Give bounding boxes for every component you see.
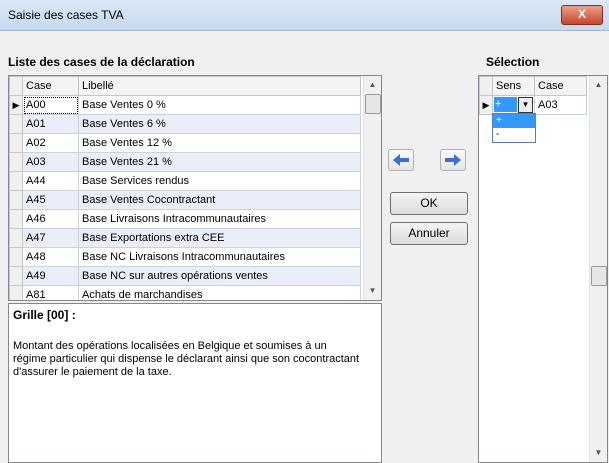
sens-dropdown-list[interactable]: + - [492, 113, 536, 143]
description-text: Montant des opérations localisées en Bel… [13, 340, 360, 378]
row-indicator-header [9, 76, 23, 96]
table-row[interactable]: A02 Base Ventes 12 % [9, 133, 361, 153]
cell-case[interactable]: A01 [22, 114, 79, 134]
row-indicator [9, 171, 23, 191]
table-row[interactable]: ▶ A00 Base Ventes 0 % [9, 95, 361, 115]
selection-heading: Sélection [486, 55, 540, 69]
table-row[interactable]: A49 Base NC sur autres opérations ventes [9, 266, 361, 286]
cell-case[interactable]: A49 [22, 266, 79, 286]
scroll-down-icon[interactable]: ▼ [590, 444, 607, 461]
cell-case[interactable]: A03 [22, 152, 79, 172]
table-row[interactable]: A03 Base Ventes 21 % [9, 152, 361, 172]
cell-libelle[interactable]: Base Ventes 21 % [78, 152, 361, 172]
table-row[interactable]: A48 Base NC Livraisons Intracommunautair… [9, 247, 361, 267]
cell-libelle[interactable]: Base Services rendus [78, 171, 361, 191]
current-row-indicator: ▶ [9, 95, 23, 115]
column-header-sens[interactable]: Sens [492, 76, 535, 96]
scroll-thumb[interactable] [365, 94, 381, 114]
window-client: Liste des cases de la déclaration Sélect… [0, 31, 609, 463]
cell-libelle[interactable]: Base Livraisons Intracommunautaires [78, 209, 361, 229]
grid-header-row: Case Libellé [9, 76, 361, 96]
table-row[interactable]: A44 Base Services rendus [9, 171, 361, 191]
cell-libelle[interactable]: Base Ventes Cocontractant [78, 190, 361, 210]
cell-libelle[interactable]: Achats de marchandises [78, 285, 361, 300]
row-indicator [9, 133, 23, 153]
row-indicator [9, 209, 23, 229]
table-row[interactable]: A47 Base Exportations extra CEE [9, 228, 361, 248]
column-header-case[interactable]: Case [22, 76, 79, 96]
cases-list-heading: Liste des cases de la déclaration [8, 55, 195, 69]
dropdown-option[interactable]: + [493, 114, 535, 128]
ok-button[interactable]: OK [390, 192, 468, 215]
selection-grid-scrollbar[interactable]: ▲ ▼ [589, 76, 607, 462]
row-indicator [9, 114, 23, 134]
case-cell[interactable]: A03 [534, 95, 587, 115]
current-row-indicator: ▶ [479, 95, 493, 115]
arrow-right-icon [445, 154, 461, 166]
cell-libelle[interactable]: Base Ventes 0 % [78, 95, 361, 115]
title-bar: Saisie des cases TVA X [0, 0, 609, 31]
scroll-up-icon[interactable]: ▲ [364, 76, 381, 93]
description-panel: Grille [00] : Montant des opérations loc… [8, 303, 382, 463]
description-title: Grille [00] : [13, 308, 76, 322]
row-indicator [9, 190, 23, 210]
move-left-button[interactable] [388, 149, 414, 171]
selection-indicator-header [479, 76, 493, 96]
row-indicator [9, 247, 23, 267]
cell-case[interactable]: A02 [22, 133, 79, 153]
cell-libelle[interactable]: Base Exportations extra CEE [78, 228, 361, 248]
cases-grid-scrollbar[interactable]: ▲ ▼ [363, 76, 381, 300]
cell-case[interactable]: A44 [22, 171, 79, 191]
row-indicator [9, 228, 23, 248]
dropdown-option[interactable]: - [493, 128, 535, 142]
column-header-case[interactable]: Case [534, 76, 587, 96]
close-button[interactable]: X [561, 5, 603, 25]
scroll-down-icon[interactable]: ▼ [364, 282, 381, 299]
sens-cell[interactable]: + ▼ [492, 95, 535, 115]
arrow-left-icon [393, 154, 409, 166]
table-row[interactable]: A45 Base Ventes Cocontractant [9, 190, 361, 210]
table-row[interactable]: A46 Base Livraisons Intracommunautaires [9, 209, 361, 229]
table-row[interactable]: A81 Achats de marchandises [9, 285, 361, 300]
window-title: Saisie des cases TVA [8, 8, 124, 22]
table-row[interactable]: A01 Base Ventes 6 % [9, 114, 361, 134]
scroll-thumb[interactable] [591, 266, 607, 286]
cell-libelle[interactable]: Base NC sur autres opérations ventes [78, 266, 361, 286]
dropdown-arrow-icon[interactable]: ▼ [518, 97, 533, 113]
row-indicator [9, 285, 23, 300]
selection-row[interactable]: ▶ + ▼ A03 [479, 95, 587, 115]
scroll-up-icon[interactable]: ▲ [590, 76, 607, 93]
cell-case[interactable]: A48 [22, 247, 79, 267]
cell-case[interactable]: A46 [22, 209, 79, 229]
sens-value[interactable]: + [494, 97, 517, 112]
cell-case[interactable]: A45 [22, 190, 79, 210]
cell-case[interactable]: A00 [22, 95, 79, 115]
column-header-libelle[interactable]: Libellé [78, 76, 361, 96]
cell-case[interactable]: A81 [22, 285, 79, 300]
row-indicator [9, 266, 23, 286]
cell-libelle[interactable]: Base Ventes 6 % [78, 114, 361, 134]
row-indicator [9, 152, 23, 172]
cell-case[interactable]: A47 [22, 228, 79, 248]
cell-libelle[interactable]: Base NC Livraisons Intracommunautaires [78, 247, 361, 267]
selection-header-row: Sens Case [479, 76, 587, 96]
cell-libelle[interactable]: Base Ventes 12 % [78, 133, 361, 153]
cases-grid[interactable]: Case Libellé ▶ A00 Base Ventes 0 % A01 B… [8, 75, 382, 301]
move-right-button[interactable] [440, 149, 466, 171]
cancel-button[interactable]: Annuler [390, 222, 468, 245]
selection-grid[interactable]: Sens Case ▶ + ▼ A03 + - ▲ ▼ [478, 75, 608, 463]
